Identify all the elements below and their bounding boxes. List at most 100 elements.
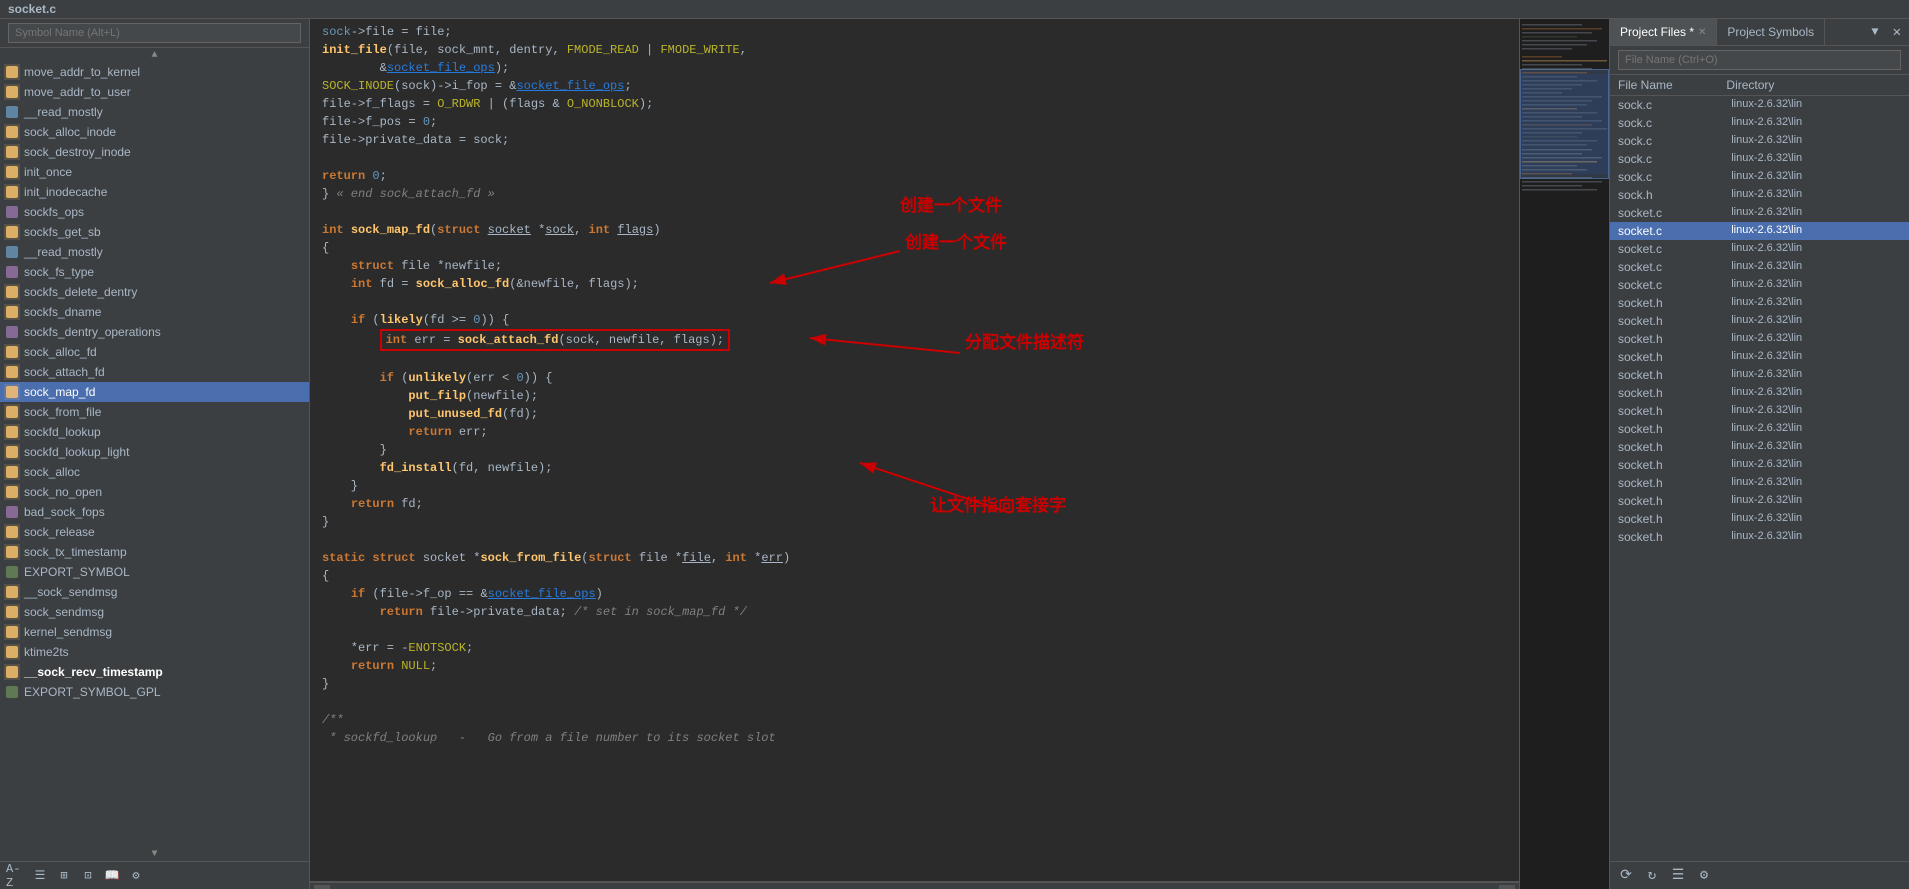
file-row-22[interactable]: socket.hlinux-2.6.32\lin [1610,492,1909,510]
file-row-11[interactable]: socket.hlinux-2.6.32\lin [1610,294,1909,312]
file-row-1[interactable]: sock.clinux-2.6.32\lin [1610,114,1909,132]
file-row-21[interactable]: socket.hlinux-2.6.32\lin [1610,474,1909,492]
file-row-24[interactable]: socket.hlinux-2.6.32\lin [1610,528,1909,546]
file-row-9[interactable]: socket.clinux-2.6.32\lin [1610,258,1909,276]
sidebar-item-sock-tx-timestamp[interactable]: sock_tx_timestamp [0,542,309,562]
file-search-bar [1610,46,1909,75]
list-icon[interactable]: ☰ [30,866,50,886]
file-row-18[interactable]: socket.hlinux-2.6.32\lin [1610,420,1909,438]
sidebar-item-sock-alloc-inode[interactable]: sock_alloc_inode [0,122,309,142]
file-row-20[interactable]: socket.hlinux-2.6.32\lin [1610,456,1909,474]
book-icon[interactable]: 📖 [102,866,122,886]
tab-project-symbols[interactable]: Project Symbols [1717,19,1825,45]
sidebar-item---sock-recv-timestamp[interactable]: __sock_recv_timestamp [0,662,309,682]
sidebar-item-sock-no-open[interactable]: sock_no_open [0,482,309,502]
func-icon [4,424,20,440]
minimap-content[interactable] [1520,19,1609,889]
right-panel-dropdown[interactable]: ▼ [1865,21,1884,43]
az-sort-icon[interactable]: A-Z [6,866,26,886]
sidebar-scroll-down[interactable]: ▼ [0,847,309,861]
file-name-16: socket.h [1618,386,1731,400]
sidebar-item-sockfs-dname[interactable]: sockfs_dname [0,302,309,322]
file-name-1: sock.c [1618,116,1731,130]
symbol-search-input[interactable] [8,23,301,43]
file-name-7: socket.c [1618,224,1731,238]
file-row-17[interactable]: socket.hlinux-2.6.32\lin [1610,402,1909,420]
rp-settings-icon[interactable]: ⚙ [1694,866,1714,886]
code-content[interactable]: sock->file = file; init_file(file, sock_… [310,19,1519,881]
rp-refresh-icon[interactable]: ↻ [1642,866,1662,886]
file-dir-8: linux-2.6.32\lin [1731,242,1901,256]
sidebar-item-sockfs-delete-dentry[interactable]: sockfs_delete_dentry [0,282,309,302]
rp-sync-icon[interactable]: ⟳ [1616,866,1636,886]
file-name-19: socket.h [1618,440,1731,454]
sidebar-item-init-once[interactable]: init_once [0,162,309,182]
sidebar-item-ktime2ts[interactable]: ktime2ts [0,642,309,662]
file-row-7[interactable]: socket.clinux-2.6.32\lin [1610,222,1909,240]
sidebar-item-move-addr-to-user[interactable]: move_addr_to_user [0,82,309,102]
file-row-19[interactable]: socket.hlinux-2.6.32\lin [1610,438,1909,456]
sidebar-item---read-mostly[interactable]: __read_mostly [0,102,309,122]
file-row-6[interactable]: socket.clinux-2.6.32\lin [1610,204,1909,222]
sidebar-item-move-addr-to-kernel[interactable]: move_addr_to_kernel [0,62,309,82]
sidebar-item-bad-sock-fops[interactable]: bad_sock_fops [0,502,309,522]
file-row-13[interactable]: socket.hlinux-2.6.32\lin [1610,330,1909,348]
sidebar-item-sock-alloc[interactable]: sock_alloc [0,462,309,482]
sidebar-item-label: sock_release [24,525,95,539]
file-dir-17: linux-2.6.32\lin [1731,404,1901,418]
sidebar-item-EXPORT-SYMBOL-GPL[interactable]: EXPORT_SYMBOL_GPL [0,682,309,702]
sidebar-item-sock-attach-fd[interactable]: sock_attach_fd [0,362,309,382]
file-dir-18: linux-2.6.32\lin [1731,422,1901,436]
settings-icon[interactable]: ⚙ [126,866,146,886]
dot-icon[interactable]: ⊡ [78,866,98,886]
right-panel-close[interactable]: ✕ [1885,20,1909,45]
sidebar-item-sockfd-lookup[interactable]: sockfd_lookup [0,422,309,442]
sidebar-item-sock-map-fd[interactable]: sock_map_fd [0,382,309,402]
rp-list-icon[interactable]: ☰ [1668,866,1688,886]
sidebar-item-init-inodecache[interactable]: init_inodecache [0,182,309,202]
sidebar-item-kernel-sendmsg[interactable]: kernel_sendmsg [0,622,309,642]
sidebar-item-sockfs-dentry-operations[interactable]: sockfs_dentry_operations [0,322,309,342]
sidebar-item-sock-destroy-inode[interactable]: sock_destroy_inode [0,142,309,162]
col-header-name: File Name [1618,78,1726,92]
file-row-10[interactable]: socket.clinux-2.6.32\lin [1610,276,1909,294]
sidebar-item---sock-sendmsg[interactable]: __sock_sendmsg [0,582,309,602]
file-row-8[interactable]: socket.clinux-2.6.32\lin [1610,240,1909,258]
sidebar-item-EXPORT-SYMBOL[interactable]: EXPORT_SYMBOL [0,562,309,582]
sidebar-item-sock-alloc-fd[interactable]: sock_alloc_fd [0,342,309,362]
file-row-12[interactable]: socket.hlinux-2.6.32\lin [1610,312,1909,330]
scroll-left-btn[interactable]: ◀ [314,885,330,889]
file-row-2[interactable]: sock.clinux-2.6.32\lin [1610,132,1909,150]
tab-project-files[interactable]: Project Files * ✕ [1610,19,1717,45]
file-row-15[interactable]: socket.hlinux-2.6.32\lin [1610,366,1909,384]
file-name-23: socket.h [1618,512,1731,526]
file-row-0[interactable]: sock.clinux-2.6.32\lin [1610,96,1909,114]
file-row-14[interactable]: socket.hlinux-2.6.32\lin [1610,348,1909,366]
file-dir-16: linux-2.6.32\lin [1731,386,1901,400]
grid-icon[interactable]: ⊞ [54,866,74,886]
sidebar-item-sockfs-ops[interactable]: sockfs_ops [0,202,309,222]
scroll-right-btn[interactable]: ▶ [1499,885,1515,889]
sidebar-item-sock-from-file[interactable]: sock_from_file [0,402,309,422]
file-dir-5: linux-2.6.32\lin [1731,188,1901,202]
file-name-18: socket.h [1618,422,1731,436]
sidebar-item-sockfd-lookup-light[interactable]: sockfd_lookup_light [0,442,309,462]
tab-project-files-close[interactable]: ✕ [1698,27,1706,38]
sidebar-item---read-mostly[interactable]: __read_mostly [0,242,309,262]
horizontal-scrollbar-area[interactable]: ◀ ▶ [310,881,1519,889]
sidebar-scroll-up[interactable]: ▲ [0,48,309,62]
func-icon [4,224,20,240]
sidebar-item-sock-fs-type[interactable]: sock_fs_type [0,262,309,282]
func-icon [4,64,20,80]
file-row-4[interactable]: sock.clinux-2.6.32\lin [1610,168,1909,186]
sidebar-item-label: sockfs_ops [24,205,84,219]
sidebar-item-sock-release[interactable]: sock_release [0,522,309,542]
file-row-23[interactable]: socket.hlinux-2.6.32\lin [1610,510,1909,528]
sidebar-item-sock-sendmsg[interactable]: sock_sendmsg [0,602,309,622]
file-search-input[interactable] [1618,50,1901,70]
file-row-16[interactable]: socket.hlinux-2.6.32\lin [1610,384,1909,402]
sidebar-item-sockfs-get-sb[interactable]: sockfs_get_sb [0,222,309,242]
file-row-5[interactable]: sock.hlinux-2.6.32\lin [1610,186,1909,204]
file-row-3[interactable]: sock.clinux-2.6.32\lin [1610,150,1909,168]
var-icon [4,264,20,280]
